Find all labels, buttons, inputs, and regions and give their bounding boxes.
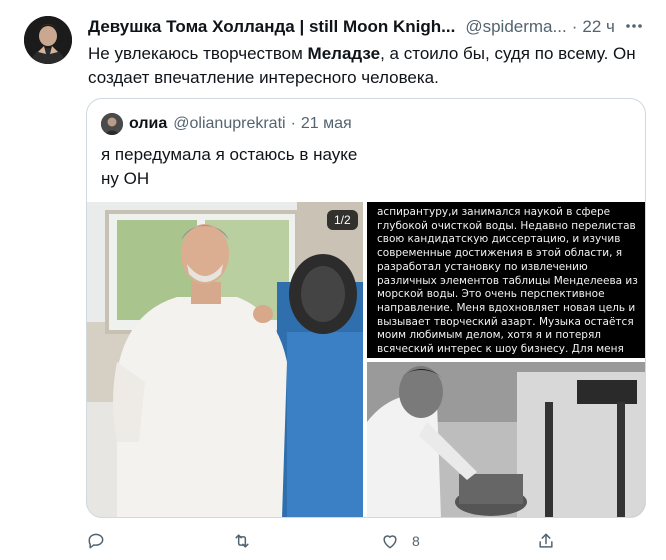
quoted-author-name: олиа bbox=[129, 115, 168, 132]
story-text: аспирантуру,и занимался наукой в сфере г… bbox=[377, 206, 638, 358]
photo-man-with-water-filter[interactable]: 1/2 bbox=[87, 202, 363, 517]
share-icon bbox=[536, 531, 556, 551]
tweet[interactable]: Девушка Тома Холланда | still Moon Knigh… bbox=[0, 0, 666, 560]
separator-dot: · bbox=[571, 17, 578, 36]
quoted-text-line: ну ОН bbox=[101, 169, 150, 188]
tweet-text-bold: Меладзе bbox=[307, 44, 381, 63]
reply-button[interactable] bbox=[86, 528, 118, 554]
like-count: 8 bbox=[412, 533, 420, 549]
quoted-author-avatar bbox=[101, 113, 123, 135]
media-grid[interactable]: 1/2 аспирантуру,и занимался наукой в сфе… bbox=[87, 202, 645, 517]
tweet-header: Девушка Тома Холланда | still Moon Knigh… bbox=[88, 16, 648, 38]
author-name[interactable]: Девушка Тома Холланда | still Moon Knigh… bbox=[88, 17, 455, 37]
quoted-tweet-time: 21 мая bbox=[300, 115, 352, 132]
author-avatar[interactable] bbox=[24, 16, 72, 64]
tweet-text: Не увлекаюсь творчеством Меладзе, а стои… bbox=[88, 42, 648, 90]
retweet-button[interactable] bbox=[232, 528, 264, 554]
story-screenshot[interactable]: аспирантуру,и занимался наукой в сфере г… bbox=[367, 202, 645, 358]
retweet-icon bbox=[232, 531, 252, 551]
tweet-time[interactable]: 22 ч bbox=[582, 17, 615, 37]
quoted-author-handle: @olianuprekrati bbox=[173, 115, 286, 132]
author-handle[interactable]: @spiderma... bbox=[465, 17, 566, 37]
heart-icon bbox=[380, 531, 400, 551]
quoted-tweet[interactable]: олиа @olianuprekrati · 21 мая я передума… bbox=[86, 98, 646, 518]
more-icon[interactable] bbox=[622, 16, 646, 38]
tweet-text-before: Не увлекаюсь творчеством bbox=[88, 44, 308, 63]
reply-icon bbox=[86, 531, 106, 551]
tweet-actions: 8 bbox=[86, 528, 646, 554]
like-button[interactable]: 8 bbox=[380, 528, 420, 554]
archive-photo-lab[interactable] bbox=[367, 362, 645, 517]
quoted-tweet-header: олиа @olianuprekrati · 21 мая bbox=[101, 113, 352, 135]
media-counter: 1/2 bbox=[327, 210, 358, 230]
quoted-tweet-text: я передумала я остаюсь в науке ну ОН bbox=[101, 143, 621, 191]
quoted-text-line: я передумала я остаюсь в науке bbox=[101, 145, 358, 164]
share-button[interactable] bbox=[536, 528, 568, 554]
separator-dot: · bbox=[290, 115, 296, 132]
